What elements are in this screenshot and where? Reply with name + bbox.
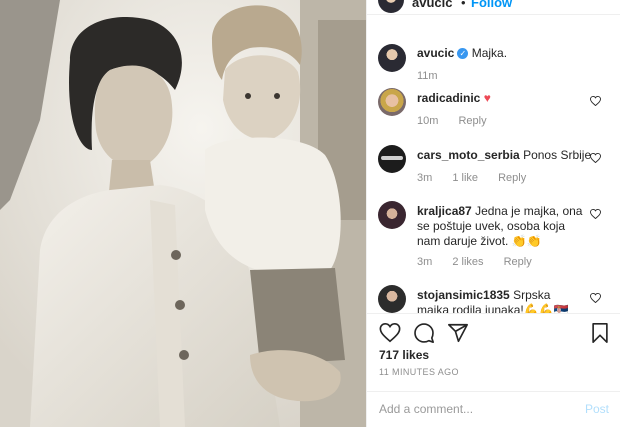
like-comment-heart-icon[interactable]: [590, 209, 601, 219]
comment-time[interactable]: 3m: [417, 172, 432, 184]
like-comment-heart-icon[interactable]: [590, 293, 601, 303]
caption-avatar[interactable]: [378, 44, 406, 72]
comment-avatar[interactable]: [378, 145, 406, 173]
comment-text: stojansimic1835 Srpska majka rodila iuna…: [417, 288, 585, 313]
caption-text: avucic ✓ Majka.: [417, 46, 507, 61]
post-timestamp[interactable]: 11 MINUTES AGO: [379, 367, 459, 377]
caption-time[interactable]: 11m: [417, 70, 438, 82]
caption-username[interactable]: avucic: [417, 46, 454, 60]
author-username[interactable]: avucic: [412, 0, 452, 10]
reply-button[interactable]: Reply: [504, 256, 532, 268]
like-comment-heart-icon[interactable]: [590, 96, 601, 106]
post-header: avucic • Follow: [367, 0, 620, 15]
add-comment-input[interactable]: [379, 401, 569, 417]
comment-meta: 10m Reply: [417, 115, 504, 127]
comment-avatar[interactable]: [378, 285, 406, 313]
comment-username[interactable]: cars_moto_serbia: [417, 148, 520, 162]
post-comment-button[interactable]: Post: [585, 402, 609, 416]
comment-time[interactable]: 3m: [417, 256, 432, 268]
share-icon[interactable]: [447, 322, 469, 344]
comment-icon[interactable]: [413, 322, 435, 344]
caption-meta: 11m: [417, 70, 455, 82]
comment-text: radicadinic ♥: [417, 91, 491, 106]
verified-icon: ✓: [457, 48, 469, 59]
add-comment-bar: Post: [367, 391, 620, 428]
reply-button[interactable]: Reply: [458, 115, 486, 127]
post-photo[interactable]: [0, 0, 366, 427]
comment-meta: 3m 1 like Reply: [417, 172, 543, 184]
comment-text: kraljica87 Jedna je majka, ona se poštuj…: [417, 204, 585, 249]
comment-avatar[interactable]: [378, 201, 406, 229]
photo-image: [0, 0, 366, 427]
caption-body: Majka.: [471, 46, 508, 60]
comment-row: stojansimic1835 Srpska majka rodila iuna…: [367, 282, 620, 313]
follow-button[interactable]: Follow: [471, 0, 512, 10]
heart-icon[interactable]: [379, 322, 401, 344]
red-heart-emoji: ♥: [483, 91, 491, 105]
comment-avatar[interactable]: [378, 88, 406, 116]
comment-text: cars_moto_serbia Ponos Srbije: [417, 148, 591, 163]
like-comment-heart-icon[interactable]: [590, 153, 601, 163]
comment-username[interactable]: radicadinic: [417, 91, 480, 105]
header-separator: •: [461, 0, 466, 10]
post-side-panel: avucic • Follow avucic ✓ Majka. 11m radic…: [366, 0, 620, 427]
comment-likes[interactable]: 2 likes: [452, 256, 483, 268]
likes-count[interactable]: 717 likes: [379, 348, 429, 362]
comment-body: Ponos Srbije: [523, 148, 592, 162]
author-avatar[interactable]: [378, 0, 404, 13]
comment-username[interactable]: stojansimic1835: [417, 288, 510, 302]
comment-username[interactable]: kraljica87: [417, 204, 472, 218]
post-action-bar: [367, 313, 620, 351]
comment-likes[interactable]: 1 like: [452, 172, 478, 184]
bookmark-icon[interactable]: [589, 322, 611, 344]
comment-time[interactable]: 10m: [417, 115, 438, 127]
comment-meta: 3m 2 likes Reply: [417, 256, 549, 268]
reply-button[interactable]: Reply: [498, 172, 526, 184]
